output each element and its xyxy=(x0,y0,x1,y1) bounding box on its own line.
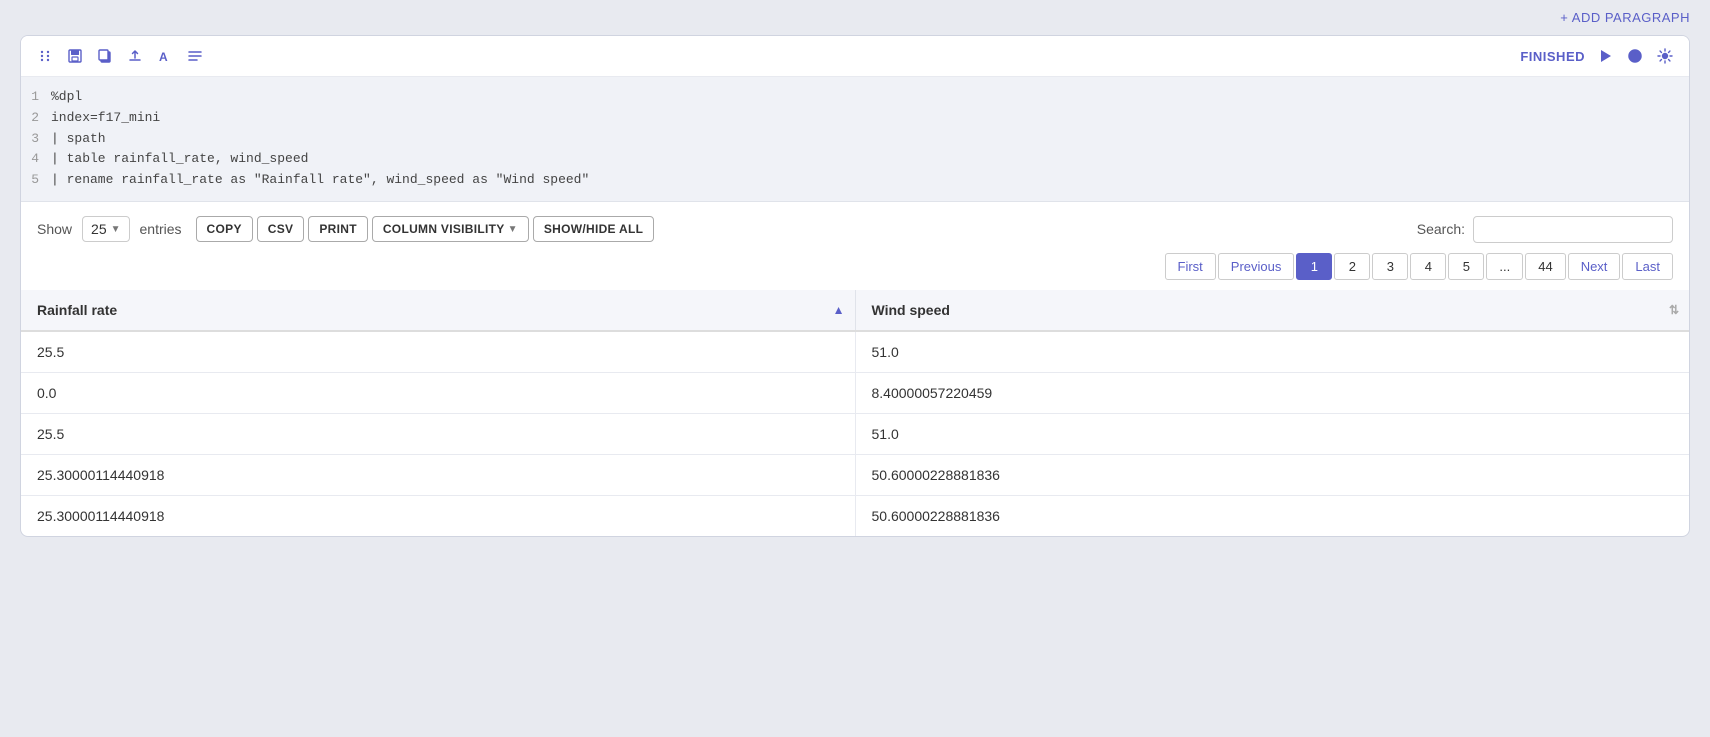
cell-toolbar-right: FINISHED xyxy=(1520,46,1675,66)
table-row: 25.30000114440918 50.60000228881836 xyxy=(21,495,1689,536)
column-visibility-button[interactable]: COLUMN VISIBILITY ▼ xyxy=(372,216,529,242)
svg-text:A: A xyxy=(159,50,168,64)
column-header-rainfall[interactable]: Rainfall rate ▲ xyxy=(21,290,855,331)
column-visibility-chevron: ▼ xyxy=(508,224,518,235)
page-4-button[interactable]: 4 xyxy=(1410,253,1446,280)
add-paragraph-label: + ADD PARAGRAPH xyxy=(1560,10,1690,25)
text-format-icon[interactable]: A xyxy=(155,46,175,66)
next-button[interactable]: Next xyxy=(1568,253,1621,280)
run-button[interactable] xyxy=(1595,46,1615,66)
cell-rainfall-4: 25.30000114440918 xyxy=(21,454,855,495)
cell-rainfall-5: 25.30000114440918 xyxy=(21,495,855,536)
table-row: 25.5 51.0 xyxy=(21,331,1689,373)
page-ellipsis: ... xyxy=(1486,253,1523,280)
page-3-button[interactable]: 3 xyxy=(1372,253,1408,280)
chevron-down-icon: ▼ xyxy=(111,224,121,235)
save-icon[interactable] xyxy=(65,46,85,66)
table-row: 25.30000114440918 50.60000228881836 xyxy=(21,454,1689,495)
sort-icon-wind: ⇅ xyxy=(1669,303,1679,317)
list-icon[interactable] xyxy=(185,46,205,66)
settings-icon[interactable] xyxy=(1655,46,1675,66)
column-header-wind[interactable]: Wind speed ⇅ xyxy=(855,290,1689,331)
csv-button[interactable]: CSV xyxy=(257,216,305,242)
code-line-1: 1 %dpl xyxy=(21,87,1689,108)
search-input[interactable] xyxy=(1473,216,1673,243)
show-label: Show xyxy=(37,221,72,237)
cell-rainfall-2: 0.0 xyxy=(21,372,855,413)
code-line-4: 4 | table rainfall_rate, wind_speed xyxy=(21,149,1689,170)
search-area: Search: xyxy=(1417,216,1673,243)
code-line-3: 3 | spath xyxy=(21,129,1689,150)
entries-select[interactable]: 25 ▼ xyxy=(82,216,129,242)
page-44-button[interactable]: 44 xyxy=(1525,253,1565,280)
table-row: 25.5 51.0 xyxy=(21,413,1689,454)
move-icon[interactable] xyxy=(35,46,55,66)
code-editor[interactable]: 1 %dpl 2 index=f17_mini 3 | spath 4 | ta… xyxy=(21,77,1689,202)
clock-icon[interactable] xyxy=(1625,46,1645,66)
table-row: 0.0 8.40000057220459 xyxy=(21,372,1689,413)
cell-rainfall-3: 25.5 xyxy=(21,413,855,454)
page-5-button[interactable]: 5 xyxy=(1448,253,1484,280)
page-2-button[interactable]: 2 xyxy=(1334,253,1370,280)
show-hide-all-button[interactable]: SHOW/HIDE ALL xyxy=(533,216,654,242)
cell-wind-4: 50.60000228881836 xyxy=(855,454,1689,495)
add-paragraph-button[interactable]: + ADD PARAGRAPH xyxy=(1560,10,1690,25)
pagination: First Previous 1 2 3 4 5 ... 44 Next Las… xyxy=(21,253,1689,290)
table-header-row: Rainfall rate ▲ Wind speed ⇅ xyxy=(21,290,1689,331)
table-action-buttons: COPY CSV PRINT COLUMN VISIBILITY ▼ SHOW/… xyxy=(196,216,655,242)
search-label: Search: xyxy=(1417,221,1465,237)
cell-wind-2: 8.40000057220459 xyxy=(855,372,1689,413)
previous-button[interactable]: Previous xyxy=(1218,253,1295,280)
cell-wind-1: 51.0 xyxy=(855,331,1689,373)
status-label: FINISHED xyxy=(1520,49,1585,64)
last-button[interactable]: Last xyxy=(1622,253,1673,280)
code-line-2: 2 index=f17_mini xyxy=(21,108,1689,129)
cell-wind-3: 51.0 xyxy=(855,413,1689,454)
copy-button[interactable]: COPY xyxy=(196,216,253,242)
notebook-cell: A FINISHED xyxy=(20,35,1690,537)
first-button[interactable]: First xyxy=(1165,253,1216,280)
cell-toolbar: A FINISHED xyxy=(21,36,1689,77)
page-1-button[interactable]: 1 xyxy=(1296,253,1332,280)
cell-toolbar-left: A xyxy=(35,46,205,66)
upload-icon[interactable] xyxy=(125,46,145,66)
table-controls: Show 25 ▼ entries COPY CSV PRINT COLUMN … xyxy=(21,202,1689,253)
entries-value: 25 xyxy=(91,221,107,237)
cell-wind-5: 50.60000228881836 xyxy=(855,495,1689,536)
cell-rainfall-1: 25.5 xyxy=(21,331,855,373)
entries-label: entries xyxy=(140,221,182,237)
print-button[interactable]: PRINT xyxy=(308,216,368,242)
sort-icon-rainfall: ▲ xyxy=(833,303,845,317)
code-line-5: 5 | rename rainfall_rate as "Rainfall ra… xyxy=(21,170,1689,191)
data-table: Rainfall rate ▲ Wind speed ⇅ 25.5 51.0 0… xyxy=(21,290,1689,536)
copy-icon[interactable] xyxy=(95,46,115,66)
